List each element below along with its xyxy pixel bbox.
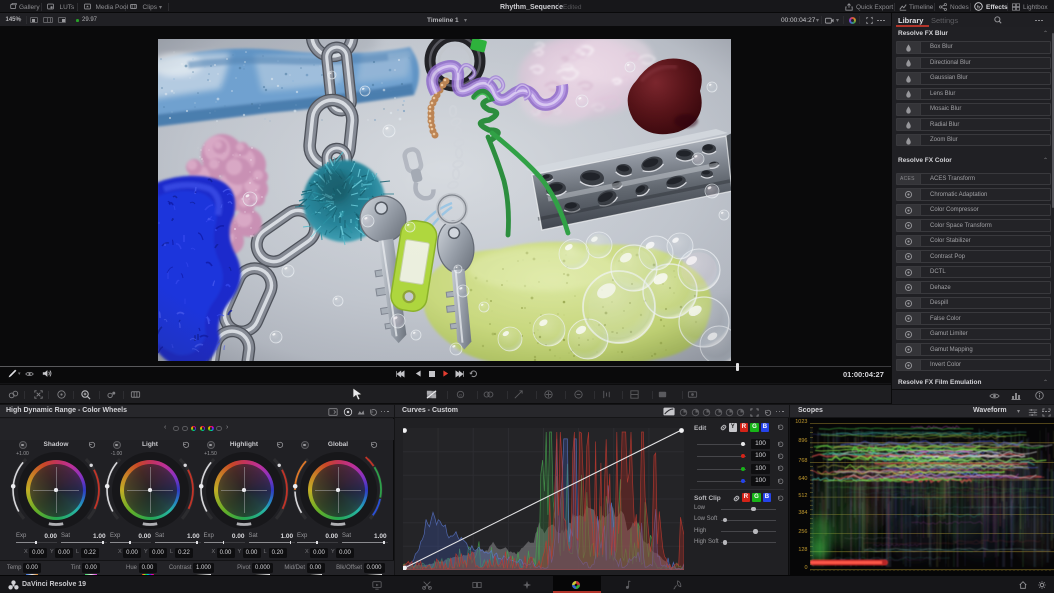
svg-text:fx: fx (977, 4, 981, 10)
svg-text:α: α (459, 392, 462, 397)
